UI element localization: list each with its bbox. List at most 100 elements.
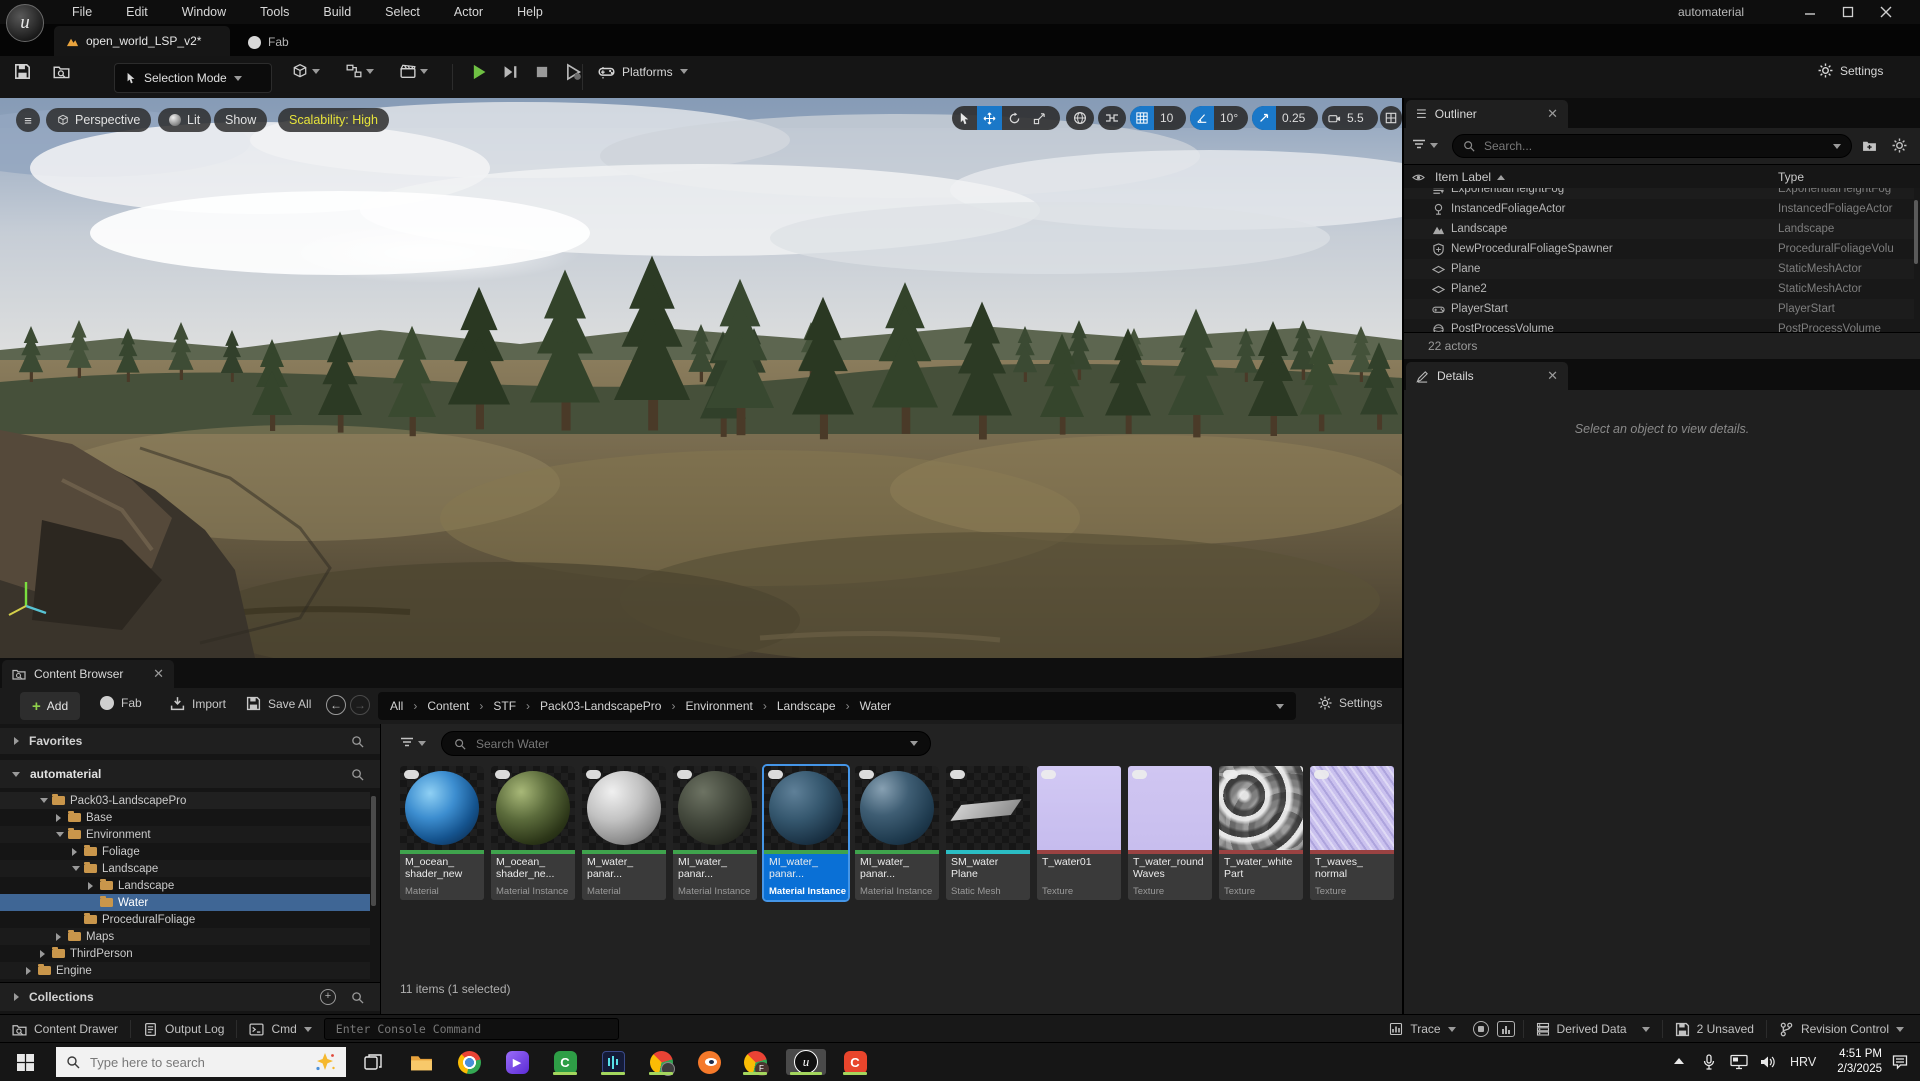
breadcrumb-water[interactable]: Water	[860, 699, 892, 713]
chrome-chatgpt-icon[interactable]	[648, 1049, 674, 1075]
grid-snap-control[interactable]: 10	[1130, 106, 1186, 130]
viewport-perspective-dropdown[interactable]: Perspective	[46, 108, 151, 132]
file-explorer-icon[interactable]	[408, 1049, 434, 1075]
cinematics-dropdown[interactable]	[400, 63, 428, 79]
breadcrumb-pack03[interactable]: Pack03-LandscapePro	[540, 699, 661, 713]
menu-select[interactable]: Select	[379, 2, 426, 22]
filmora-icon[interactable]: ▶	[504, 1049, 530, 1075]
outliner-filter-dropdown[interactable]	[1412, 138, 1438, 152]
scale-tool-button[interactable]	[1027, 106, 1052, 130]
import-button[interactable]: Import	[170, 696, 226, 711]
unreal-logo[interactable]: u	[6, 4, 44, 42]
menu-file[interactable]: File	[66, 2, 98, 22]
unsaved-indicator[interactable]: 2 Unsaved	[1663, 1015, 1766, 1043]
output-log-button[interactable]: Output Log	[131, 1015, 236, 1043]
notification-center-icon[interactable]	[1892, 1054, 1908, 1070]
close-button[interactable]	[1880, 6, 1892, 18]
search-icon[interactable]	[351, 991, 364, 1004]
taskbar-search-input[interactable]	[56, 1047, 346, 1077]
asset-filter-dropdown[interactable]	[400, 736, 426, 750]
chrome-icon[interactable]	[456, 1049, 482, 1075]
asset-tile-mi-water-panar-selected[interactable]: MI_water_panar...Material Instance	[764, 766, 848, 900]
fab-button[interactable]: Fab	[100, 696, 142, 710]
menu-build[interactable]: Build	[317, 2, 357, 22]
tree-scrollbar[interactable]	[371, 796, 376, 906]
column-item-label[interactable]: Item Label	[1435, 170, 1491, 184]
content-browser-tab[interactable]: Content Browser ✕	[2, 660, 174, 688]
breadcrumb-environment[interactable]: Environment	[685, 699, 752, 713]
maximize-viewport-button[interactable]	[1380, 106, 1402, 130]
collections-section-header[interactable]: Collections +	[0, 982, 380, 1011]
launch-button[interactable]	[564, 63, 582, 81]
outliner-row[interactable]: PlaneStaticMeshActor	[1404, 259, 1914, 279]
tree-item-landscape-child[interactable]: Landscape	[0, 877, 370, 894]
content-browser-settings-button[interactable]: Settings	[1318, 696, 1382, 710]
add-collection-icon[interactable]: +	[320, 989, 336, 1005]
settings-dropdown[interactable]: Settings	[1818, 63, 1883, 78]
breadcrumb-all[interactable]: All	[390, 699, 403, 713]
viewport-lit-dropdown[interactable]: Lit	[158, 108, 211, 132]
play-button[interactable]	[470, 63, 488, 81]
asset-tile-t-water-round-waves[interactable]: T_water_roundWavesTexture	[1128, 766, 1212, 900]
tray-expand-chevron-icon[interactable]	[1674, 1058, 1684, 1064]
asset-tile-sm-water-plane[interactable]: SM_waterPlaneStatic Mesh	[946, 766, 1030, 900]
insights-record-icon[interactable]	[1473, 1021, 1489, 1037]
tree-item-thirdperson[interactable]: ThirdPerson	[0, 945, 370, 962]
maximize-button[interactable]	[1842, 6, 1854, 18]
rotation-snap-control[interactable]: 10°	[1190, 106, 1248, 130]
move-tool-button[interactable]	[977, 106, 1002, 130]
viewport-3d-scene[interactable]	[0, 98, 1402, 658]
rotate-tool-button[interactable]	[1002, 106, 1027, 130]
asset-tile-m-ocean-shader-new[interactable]: M_ocean_shader_newMaterial	[400, 766, 484, 900]
project-root-header[interactable]: automaterial	[0, 760, 380, 788]
outliner-row[interactable]: LandscapeLandscape	[1404, 219, 1914, 239]
tree-item-engine[interactable]: Engine	[0, 962, 370, 979]
column-type[interactable]: Type	[1778, 170, 1804, 184]
search-icon[interactable]	[351, 768, 364, 781]
breadcrumb-landscape[interactable]: Landscape	[777, 699, 836, 713]
trace-dropdown[interactable]: Trace	[1377, 1015, 1467, 1043]
close-icon[interactable]: ✕	[1547, 368, 1558, 384]
content-drawer-button[interactable]: Content Drawer	[0, 1015, 130, 1043]
details-tab[interactable]: Details ✕	[1406, 362, 1568, 390]
clock[interactable]: 4:51 PM 2/3/2025	[1826, 1047, 1882, 1077]
add-actor-dropdown[interactable]	[292, 63, 320, 79]
viewport-scalability-badge[interactable]: Scalability: High	[278, 108, 389, 132]
asset-tile-mi-water-panar-1[interactable]: MI_water_panar...Material Instance	[673, 766, 757, 900]
clipchamp-icon[interactable]: C	[842, 1049, 868, 1075]
start-button[interactable]	[12, 1050, 38, 1074]
asset-tile-t-water01[interactable]: T_water01Texture	[1037, 766, 1121, 900]
breadcrumb-stf[interactable]: STF	[493, 699, 516, 713]
console-command-input[interactable]	[324, 1018, 619, 1040]
menu-window[interactable]: Window	[176, 2, 232, 22]
platforms-dropdown[interactable]: Platforms	[598, 63, 688, 80]
tree-item-pack03[interactable]: Pack03-LandscapePro	[0, 792, 370, 809]
tree-item-maps[interactable]: Maps	[0, 928, 370, 945]
menu-actor[interactable]: Actor	[448, 2, 489, 22]
content-browser-icon[interactable]	[53, 63, 70, 80]
asset-tile-mi-water-panar-2[interactable]: MI_water_panar...Material Instance	[855, 766, 939, 900]
select-tool-button[interactable]	[952, 106, 977, 130]
viewport-options-menu-icon[interactable]: ≡	[16, 108, 40, 132]
audio-editor-icon[interactable]	[600, 1049, 626, 1075]
tree-item-landscape[interactable]: Landscape	[0, 860, 370, 877]
close-icon[interactable]: ✕	[1547, 106, 1558, 122]
asset-tile-m-water-panar[interactable]: M_water_panar...Material	[582, 766, 666, 900]
chevron-down-icon[interactable]	[910, 741, 918, 746]
menu-tools[interactable]: Tools	[254, 2, 295, 22]
asset-tile-t-water-white-part[interactable]: T_water_whitePartTexture	[1219, 766, 1303, 900]
outliner-row[interactable]: PlayerStartPlayerStart	[1404, 299, 1914, 319]
microphone-tray-icon[interactable]	[1702, 1054, 1716, 1070]
visibility-eye-icon[interactable]	[1412, 171, 1425, 184]
display-tray-icon[interactable]	[1730, 1054, 1748, 1070]
favorites-section-header[interactable]: Favorites	[0, 728, 380, 754]
outliner-search-input[interactable]	[1452, 134, 1852, 158]
asset-search-input[interactable]	[441, 731, 931, 756]
selection-mode-dropdown[interactable]: Selection Mode	[114, 63, 272, 93]
save-icon[interactable]	[14, 63, 31, 80]
search-icon[interactable]	[351, 735, 364, 748]
unreal-engine-taskbar-icon[interactable]: u	[786, 1049, 826, 1075]
language-indicator[interactable]: HRV	[1790, 1055, 1816, 1069]
outliner-row[interactable]: InstancedFoliageActorInstancedFoliageAct…	[1404, 199, 1914, 219]
outliner-row[interactable]: NewProceduralFoliageSpawnerProceduralFol…	[1404, 239, 1914, 259]
